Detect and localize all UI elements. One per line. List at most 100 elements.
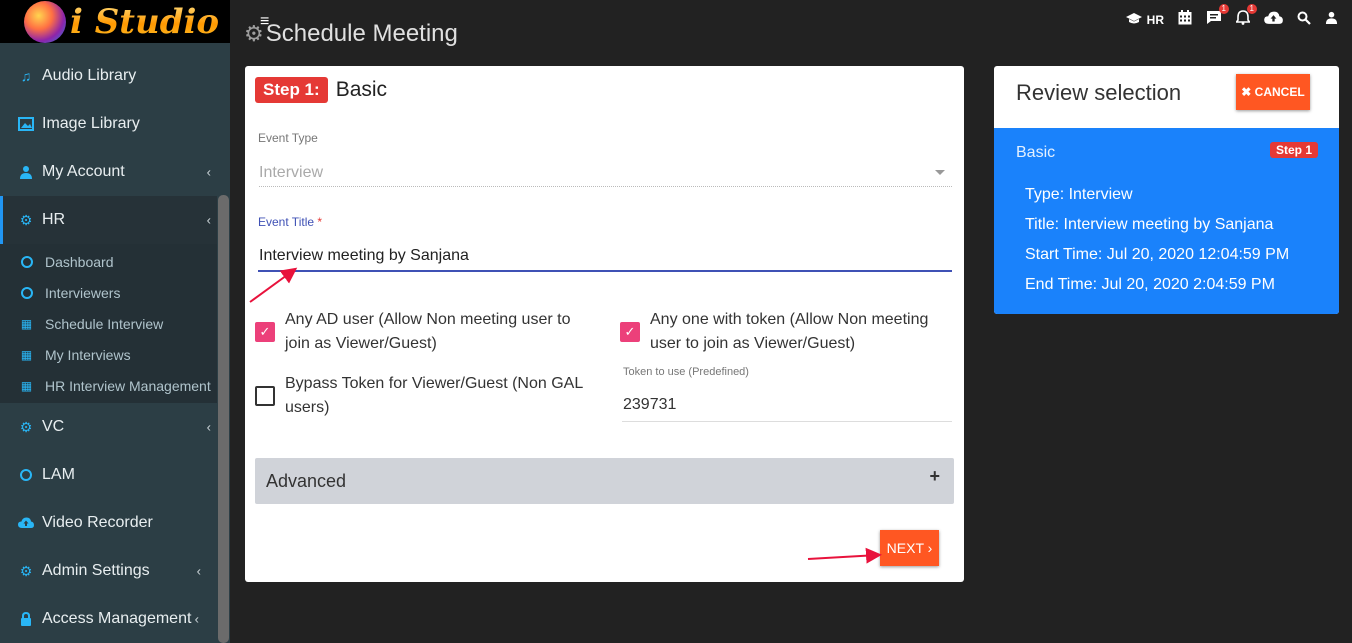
any-ad-user-label: Any AD user (Allow Non meeting user to j… xyxy=(285,311,571,352)
cogs-icon: ⚙ xyxy=(19,562,33,579)
review-type: Type: Interview xyxy=(1025,186,1133,203)
image-icon xyxy=(18,116,34,132)
subitem-label: Interviewers xyxy=(45,284,121,301)
review-panel: Review selection ✖ CANCEL Basic Step 1 T… xyxy=(994,66,1339,314)
search-icon[interactable] xyxy=(1297,11,1311,29)
cloud-upload-icon[interactable] xyxy=(1264,11,1283,29)
event-title-input[interactable] xyxy=(258,242,952,272)
sidebar-subitem-hr-interview-management[interactable]: ▦ HR Interview Management xyxy=(0,370,217,401)
sidebar-item-my-account[interactable]: My Account ‹ xyxy=(0,148,217,196)
circle-icon xyxy=(20,255,33,268)
sidebar-item-label: VC xyxy=(42,418,65,435)
advanced-label: Advanced xyxy=(266,470,347,491)
user-icon[interactable] xyxy=(1325,11,1338,28)
bypass-token-checkbox[interactable] xyxy=(255,386,275,406)
sidebar-nav: ♫ Audio Library Image Library My Account… xyxy=(0,52,217,643)
chevron-left-icon: ‹ xyxy=(194,611,199,627)
sidebar-item-hr[interactable]: ⚙ HR ‹ xyxy=(0,196,217,244)
event-type-select[interactable]: Interview xyxy=(245,156,964,190)
sidebar-item-label: HR xyxy=(42,211,66,228)
sidebar-subitem-schedule-interview[interactable]: ▦ Schedule Interview xyxy=(0,308,217,339)
cloud-upload-icon xyxy=(18,515,34,531)
role-label: HR xyxy=(1146,12,1164,27)
messages-icon[interactable]: 1 xyxy=(1206,4,1229,29)
sidebar-item-video-recorder[interactable]: Video Recorder xyxy=(0,499,217,547)
sidebar-item-label: Access Management xyxy=(42,610,192,627)
sidebar-item-label: Video Recorder xyxy=(42,514,153,531)
event-type-value: Interview xyxy=(259,164,324,181)
sidebar-scrollbar[interactable] xyxy=(218,195,229,643)
bell-icon[interactable]: 1 xyxy=(1234,4,1257,29)
chevron-left-icon: ‹ xyxy=(196,563,201,579)
user-icon xyxy=(18,164,34,180)
any-ad-user-checkbox[interactable]: ✓ xyxy=(255,322,275,342)
sidebar-item-label: Audio Library xyxy=(42,67,137,84)
topbar: ≡ ⚙ Schedule Meeting HR 1 1 xyxy=(230,0,1352,47)
notifications-badge: 1 xyxy=(1246,4,1257,14)
cancel-button[interactable]: ✖ CANCEL xyxy=(1236,74,1310,110)
sidebar-item-audio-library[interactable]: ♫ Audio Library xyxy=(0,52,217,100)
cogs-icon: ⚙ xyxy=(19,418,33,435)
review-summary: Basic Step 1 Type: Interview Title: Inte… xyxy=(994,128,1339,314)
select-underline xyxy=(259,186,952,187)
sidebar-item-label: Image Library xyxy=(42,115,140,132)
schedule-form-card: Step 1: Basic Event Type Interview Event… xyxy=(245,66,964,582)
review-title-line: Title: Interview meeting by Sanjana xyxy=(1025,216,1274,233)
next-button[interactable]: NEXT › xyxy=(880,530,939,566)
page-title: ⚙ Schedule Meeting xyxy=(244,20,458,48)
app-logo[interactable]: i Studio xyxy=(0,0,230,43)
calendar-icon[interactable] xyxy=(1178,10,1192,29)
sidebar-item-admin-settings[interactable]: ⚙ Admin Settings ‹ xyxy=(0,547,217,595)
sidebar-item-label: My Account xyxy=(42,163,125,180)
chevron-left-icon: ‹ xyxy=(206,164,211,180)
step-title: Basic xyxy=(335,78,388,101)
circle-icon xyxy=(20,286,33,299)
sidebar-subitem-my-interviews[interactable]: ▦ My Interviews xyxy=(0,339,217,370)
calendar-icon: ▦ xyxy=(20,378,33,393)
token-label: Token to use (Predefined) xyxy=(623,366,749,378)
top-icons: HR 1 1 xyxy=(1125,4,1338,29)
sidebar-item-label: Admin Settings xyxy=(42,562,150,579)
token-input[interactable]: 239731 xyxy=(623,396,676,414)
caret-down-icon xyxy=(935,170,945,175)
event-title-label: Event Title * xyxy=(258,215,323,229)
subitem-label: Dashboard xyxy=(45,253,114,270)
sidebar-item-lam[interactable]: LAM xyxy=(0,451,217,499)
review-title: Review selection xyxy=(1016,80,1182,105)
chevron-left-icon: ‹ xyxy=(206,419,211,435)
calendar-icon: ▦ xyxy=(20,347,33,362)
gear-icon: ⚙ xyxy=(244,21,264,46)
advanced-panel-toggle[interactable]: Advanced + xyxy=(255,458,954,504)
sidebar-subitem-dashboard[interactable]: Dashboard xyxy=(0,246,217,277)
sidebar-item-label: LAM xyxy=(42,466,75,483)
calendar-icon: ▦ xyxy=(20,316,33,331)
review-step-badge: Step 1 xyxy=(1269,142,1318,158)
messages-badge: 1 xyxy=(1218,4,1229,14)
subitem-label: HR Interview Management xyxy=(45,377,211,394)
graduation-cap-icon xyxy=(1125,12,1143,28)
circle-icon xyxy=(18,467,34,483)
sidebar: i Studio ♫ Audio Library Image Library M… xyxy=(0,0,230,643)
sidebar-subitem-interviewers[interactable]: Interviewers xyxy=(0,277,217,308)
sidebar-item-image-library[interactable]: Image Library xyxy=(0,100,217,148)
review-section-title: Basic xyxy=(1016,144,1056,161)
page-title-text: Schedule Meeting xyxy=(265,20,458,47)
subitem-label: My Interviews xyxy=(45,346,131,363)
hr-submenu: Dashboard Interviewers ▦ Schedule Interv… xyxy=(0,244,217,403)
logo-text: i Studio xyxy=(70,1,220,42)
any-token-checkbox[interactable]: ✓ xyxy=(620,322,640,342)
required-asterisk: * xyxy=(317,215,323,229)
event-type-label: Event Type xyxy=(258,131,318,145)
review-end-time: End Time: Jul 20, 2020 2:04:59 PM xyxy=(1025,276,1275,293)
chevron-down-icon: ‹ xyxy=(206,212,211,228)
sidebar-item-vc[interactable]: ⚙ VC ‹ xyxy=(0,403,217,451)
review-start-time: Start Time: Jul 20, 2020 12:04:59 PM xyxy=(1025,246,1290,263)
step-badge: Step 1: xyxy=(255,77,328,103)
subitem-label: Schedule Interview xyxy=(45,315,164,332)
sidebar-item-access-management[interactable]: Access Management ‹ xyxy=(0,595,217,643)
token-underline xyxy=(622,421,952,422)
logo-orb-icon xyxy=(24,0,66,43)
role-switch[interactable]: HR xyxy=(1125,12,1164,28)
step-header: Step 1: Basic xyxy=(255,77,387,103)
plus-icon: + xyxy=(929,466,940,486)
